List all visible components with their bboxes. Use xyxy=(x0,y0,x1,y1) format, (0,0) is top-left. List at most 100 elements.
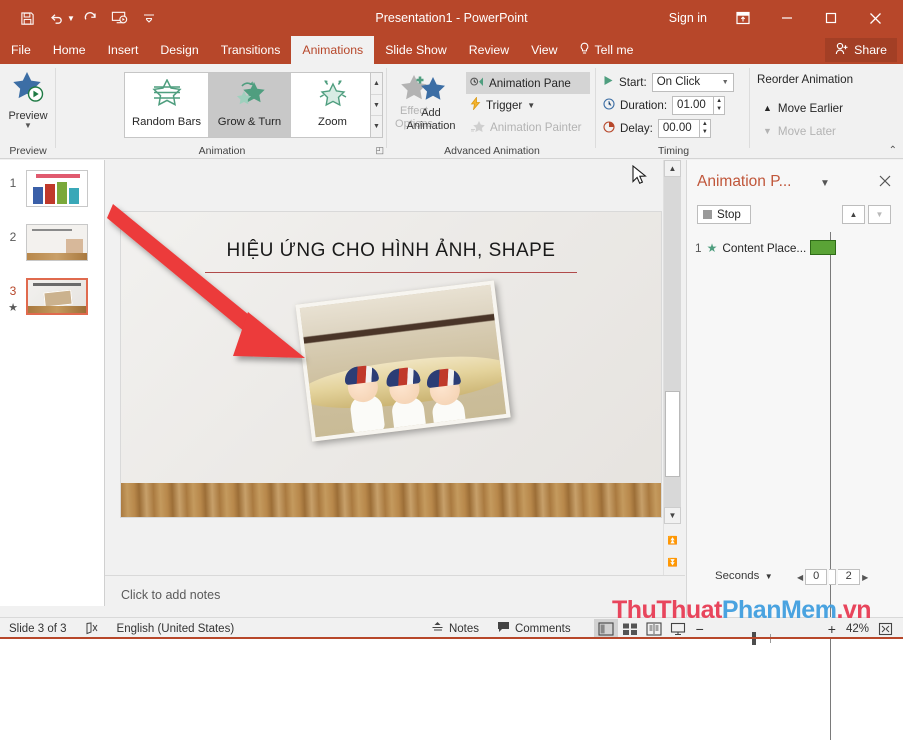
ruler-scroll-left-icon[interactable]: ◀ xyxy=(797,573,803,582)
ruler-scroll-right-icon[interactable]: ▶ xyxy=(862,573,868,582)
title-bar: ▼ Presentation1 - PowerPoint Sign in xyxy=(0,0,903,36)
comments-button-label: Comments xyxy=(514,622,571,635)
tab-file[interactable]: File xyxy=(0,36,42,64)
thumbnail-image[interactable] xyxy=(26,224,88,261)
scrollbar-thumb[interactable] xyxy=(665,391,680,477)
thumbnail-image[interactable] xyxy=(26,170,88,207)
view-normal-button[interactable] xyxy=(593,618,618,639)
animation-gallery[interactable]: Random Bars Grow & Turn Zoom xyxy=(124,72,376,138)
animation-random-bars[interactable]: Random Bars xyxy=(125,73,208,137)
redo-icon[interactable] xyxy=(78,5,104,31)
view-reading-button[interactable] xyxy=(642,619,666,639)
delay-value[interactable]: 00.00 xyxy=(657,118,700,138)
trigger-dropdown-icon[interactable]: ▼ xyxy=(527,101,535,110)
slide-thumbnail-pane[interactable]: 1 2 3 ★ xyxy=(0,160,105,606)
collapse-ribbon-icon[interactable]: ⌃ xyxy=(889,145,897,156)
slide-vertical-scrollbar[interactable]: ▲ ▼ ⏫ ⏬ xyxy=(663,160,681,575)
animation-duration-bar[interactable] xyxy=(810,240,836,255)
spinner-up-icon[interactable]: ▲ xyxy=(714,97,724,106)
tell-me-search[interactable]: Tell me xyxy=(569,36,644,64)
animation-grow-and-turn-label: Grow & Turn xyxy=(217,116,282,128)
animation-pane: Animation P... ▼ Stop ▲ ▼ 1 ★ Content Pl… xyxy=(686,160,903,740)
baby-figure xyxy=(384,366,427,438)
close-button[interactable] xyxy=(853,0,897,36)
scroll-up-icon[interactable]: ▲ xyxy=(664,160,681,177)
delay-clock-icon xyxy=(603,120,615,136)
slide-title[interactable]: HIỆU ỨNG CHO HÌNH ẢNH, SHAPE xyxy=(121,240,661,262)
tab-transitions[interactable]: Transitions xyxy=(210,36,292,64)
spinner-down-icon[interactable]: ▼ xyxy=(714,105,724,114)
thumbnail-number: 1 xyxy=(9,176,17,190)
thumbnail-slide-1[interactable]: 1 xyxy=(0,170,105,207)
group-separator xyxy=(749,68,750,148)
animation-zoom[interactable]: Zoom xyxy=(291,73,374,137)
gallery-scroll-up-icon[interactable]: ▲ xyxy=(371,73,382,95)
notes-pane[interactable]: Click to add notes xyxy=(105,575,685,617)
seconds-dropdown[interactable]: Seconds ▼ xyxy=(715,570,773,582)
gallery-more-icon[interactable]: ▼ xyxy=(371,116,382,137)
duration-stepper[interactable]: 01.00 ▲ ▼ xyxy=(672,95,726,115)
view-slide-sorter-button[interactable] xyxy=(618,619,642,639)
next-slide-icon[interactable]: ⏬ xyxy=(664,554,681,571)
save-icon[interactable] xyxy=(14,5,40,31)
slide-photo-placeholder[interactable] xyxy=(295,280,511,442)
chevron-down-icon[interactable]: ▼ xyxy=(722,79,729,86)
tab-review[interactable]: Review xyxy=(458,36,520,64)
delay-stepper[interactable]: 00.00 ▲ ▼ xyxy=(657,118,711,138)
thumbnail-slide-2[interactable]: 2 xyxy=(0,224,105,261)
maximize-button[interactable] xyxy=(809,0,853,36)
duration-spinner[interactable]: ▲ ▼ xyxy=(714,95,726,115)
tab-design[interactable]: Design xyxy=(149,36,209,64)
tab-animations[interactable]: Animations xyxy=(291,36,375,64)
gallery-scroll-down-icon[interactable]: ▼ xyxy=(371,95,382,117)
ribbon-group-preview: Preview ▼ Preview xyxy=(0,64,56,158)
seconds-ruler[interactable]: ◀ 0 2 ▶ xyxy=(797,569,868,585)
add-animation-button[interactable]: Add Animation xyxy=(398,70,464,144)
fit-slide-to-window-button[interactable] xyxy=(873,619,897,639)
previous-slide-icon[interactable]: ⏫ xyxy=(664,532,681,549)
animation-list-item[interactable]: 1 ★ Content Place... xyxy=(695,238,895,258)
thumbnail-image[interactable] xyxy=(26,278,88,315)
tab-home[interactable]: Home xyxy=(42,36,97,64)
trigger-button[interactable]: Trigger ▼ xyxy=(466,94,590,116)
scrollbar-track[interactable] xyxy=(664,177,681,507)
view-slideshow-button[interactable] xyxy=(666,619,690,639)
spinner-up-icon[interactable]: ▲ xyxy=(700,120,710,129)
start-slideshow-icon[interactable] xyxy=(107,5,133,31)
spinner-down-icon[interactable]: ▼ xyxy=(700,128,710,137)
sign-in-button[interactable]: Sign in xyxy=(655,11,721,25)
animation-star-icon: ★ xyxy=(8,302,18,314)
current-slide[interactable]: HIỆU ỨNG CHO HÌNH ẢNH, SHAPE xyxy=(121,212,661,517)
tab-view[interactable]: View xyxy=(520,36,568,64)
seconds-label: Seconds xyxy=(715,570,760,582)
tab-insert[interactable]: Insert xyxy=(97,36,150,64)
share-button[interactable]: Share xyxy=(825,38,897,62)
slide-edit-area[interactable]: HIỆU ỨNG CHO HÌNH ẢNH, SHAPE xyxy=(105,160,685,575)
animation-pane-menu-icon[interactable]: ▼ xyxy=(820,178,830,189)
delay-spinner[interactable]: ▲ ▼ xyxy=(699,118,711,138)
move-earlier-button[interactable]: ▲ Move Earlier xyxy=(763,98,843,118)
play-stop-button[interactable]: Stop xyxy=(697,205,751,224)
animation-grow-and-turn[interactable]: Grow & Turn xyxy=(208,73,291,137)
animation-dialog-launcher-icon[interactable]: ◰ xyxy=(375,145,384,156)
duration-value[interactable]: 01.00 xyxy=(672,95,715,115)
ribbon: Preview ▼ Preview Random Bars Grow & Tur… xyxy=(0,64,903,159)
tab-slide-show[interactable]: Slide Show xyxy=(374,36,458,64)
lightbulb-icon xyxy=(579,42,590,59)
minimize-button[interactable] xyxy=(765,0,809,36)
ribbon-group-advanced-label: Advanced Animation xyxy=(444,145,540,157)
animation-move-up-icon[interactable]: ▲ xyxy=(842,205,865,224)
start-dropdown[interactable]: On Click ▼ xyxy=(651,72,734,92)
scroll-down-icon[interactable]: ▼ xyxy=(664,507,681,524)
preview-dropdown-icon[interactable]: ▼ xyxy=(24,122,32,130)
customize-quick-access-icon[interactable] xyxy=(136,5,162,31)
preview-button[interactable]: Preview ▼ xyxy=(4,67,52,141)
thumbnail-slide-3[interactable]: 3 ★ xyxy=(0,278,105,315)
notes-placeholder[interactable]: Click to add notes xyxy=(121,588,220,602)
animation-pane-close-icon[interactable] xyxy=(879,174,891,191)
undo-icon[interactable] xyxy=(43,5,69,31)
ribbon-display-options-icon[interactable] xyxy=(721,0,765,36)
animation-gallery-scroll[interactable]: ▲ ▼ ▼ xyxy=(370,72,383,138)
animation-pane-button[interactable]: Animation Pane xyxy=(466,72,590,94)
animation-pane-icon xyxy=(470,75,484,91)
